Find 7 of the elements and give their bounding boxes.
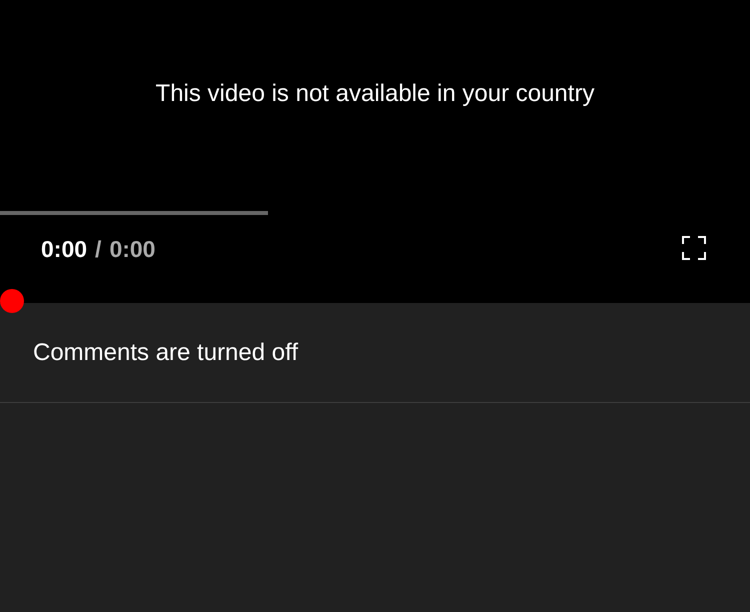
comments-notice: Comments are turned off xyxy=(33,338,298,368)
unavailable-message: This video is not available in your country xyxy=(156,80,594,107)
duration-time: 0:00 xyxy=(109,235,156,264)
time-separator: / xyxy=(95,235,102,264)
scrubber-thumb[interactable] xyxy=(0,289,24,313)
current-time: 0:00 xyxy=(41,235,88,264)
fullscreen-icon[interactable] xyxy=(682,236,706,260)
